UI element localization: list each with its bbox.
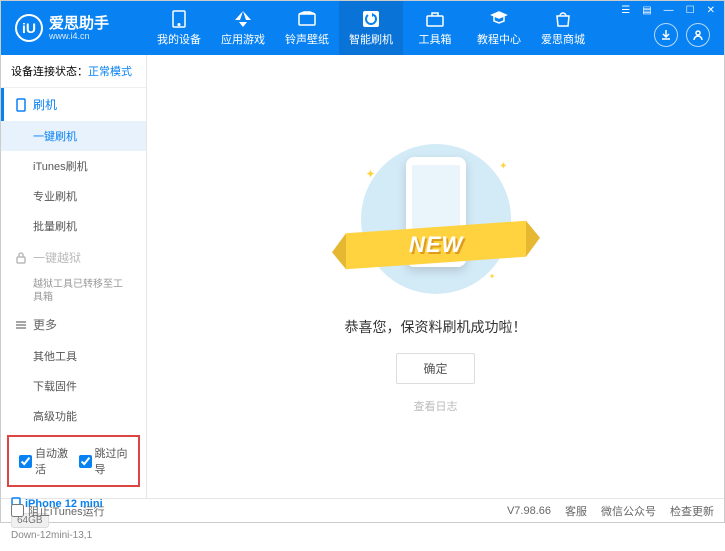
flash-icon (361, 10, 381, 28)
sidebar-group-flash[interactable]: 刷机 (1, 88, 146, 121)
download-button[interactable] (654, 23, 678, 47)
content-area: ✦ ✦ ✦ ✦ NEW 恭喜您，保资料刷机成功啦！ 确定 查看日志 (147, 55, 724, 498)
tab-apps[interactable]: 应用游戏 (211, 1, 275, 55)
tab-ringtones[interactable]: 铃声壁纸 (275, 1, 339, 55)
app-name: 爱思助手 (49, 16, 109, 31)
maximize-icon[interactable]: ☐ (683, 3, 698, 18)
sidebar-group-jailbreak: 一键越狱 (1, 241, 146, 274)
close-icon[interactable]: ✕ (704, 3, 718, 18)
tab-toolbox[interactable]: 工具箱 (403, 1, 467, 55)
star-icon: ✦ (366, 167, 376, 181)
tab-tutorials[interactable]: 教程中心 (467, 1, 531, 55)
sidebar-item-advanced[interactable]: 高级功能 (1, 401, 146, 431)
ok-button[interactable]: 确定 (396, 353, 474, 384)
logo-icon: iU (15, 14, 43, 42)
titlebar: iU 爱思助手 www.i4.cn 我的设备 应用游戏 铃声壁纸 智能刷机 工具… (1, 1, 724, 55)
toolbox-icon (425, 10, 445, 28)
sidebar-item-other-tools[interactable]: 其他工具 (1, 341, 146, 371)
minimize-icon[interactable]: — (661, 3, 677, 18)
sidebar-item-pro-flash[interactable]: 专业刷机 (1, 181, 146, 211)
device-info[interactable]: iPhone 12 mini 64GB Down-12mini-13,1 (1, 491, 146, 551)
more-icon (15, 319, 27, 331)
wallpaper-icon (297, 10, 317, 28)
sidebar-item-oneclick-flash[interactable]: 一键刷机 (1, 121, 146, 151)
checkbox-block-itunes[interactable]: 阻止iTunes运行 (11, 503, 105, 519)
tab-flash[interactable]: 智能刷机 (339, 1, 403, 55)
menu2-icon[interactable]: ▤ (639, 3, 654, 18)
apps-icon (233, 10, 253, 28)
success-illustration: ✦ ✦ ✦ ✦ NEW (336, 139, 536, 299)
window-controls: ☰ ▤ — ☐ ✕ (618, 3, 718, 18)
checkbox-auto-activate[interactable]: 自动激活 (19, 445, 69, 477)
checkbox-skip-guide[interactable]: 跳过向导 (79, 445, 129, 477)
connection-status: 设备连接状态：正常模式 (1, 55, 146, 88)
user-button[interactable] (686, 23, 710, 47)
sidebar: 设备连接状态：正常模式 刷机 一键刷机 iTunes刷机 专业刷机 批量刷机 一… (1, 55, 147, 498)
tutorial-icon (489, 10, 509, 28)
options-row: 自动激活 跳过向导 (7, 435, 140, 487)
star-icon: ✦ (489, 272, 496, 281)
main-area: 设备连接状态：正常模式 刷机 一键刷机 iTunes刷机 专业刷机 批量刷机 一… (1, 55, 724, 498)
footer-service[interactable]: 客服 (565, 503, 587, 519)
jailbreak-note: 越狱工具已转移至工具箱 (1, 274, 146, 308)
sidebar-group-more[interactable]: 更多 (1, 308, 146, 341)
footer-update[interactable]: 检查更新 (670, 503, 714, 519)
footer-wechat[interactable]: 微信公众号 (601, 503, 656, 519)
phone-icon (15, 99, 27, 111)
menu-icon[interactable]: ☰ (618, 3, 633, 18)
logo-area: iU 爱思助手 www.i4.cn (1, 14, 147, 42)
store-icon (553, 10, 573, 28)
success-message: 恭喜您，保资料刷机成功啦！ (345, 317, 527, 337)
tab-my-device[interactable]: 我的设备 (147, 1, 211, 55)
star-icon: ✦ (499, 161, 507, 172)
view-log-link[interactable]: 查看日志 (414, 398, 458, 414)
sidebar-item-itunes-flash[interactable]: iTunes刷机 (1, 151, 146, 181)
sidebar-item-batch-flash[interactable]: 批量刷机 (1, 211, 146, 241)
lock-icon (15, 252, 27, 264)
header-right-buttons (654, 23, 710, 47)
device-icon (169, 10, 189, 28)
device-model: Down-12mini-13,1 (11, 530, 136, 541)
app-url: www.i4.cn (49, 31, 109, 41)
tab-store[interactable]: 爱思商城 (531, 1, 595, 55)
version-label: V7.98.66 (507, 505, 551, 517)
sidebar-item-download-firmware[interactable]: 下载固件 (1, 371, 146, 401)
